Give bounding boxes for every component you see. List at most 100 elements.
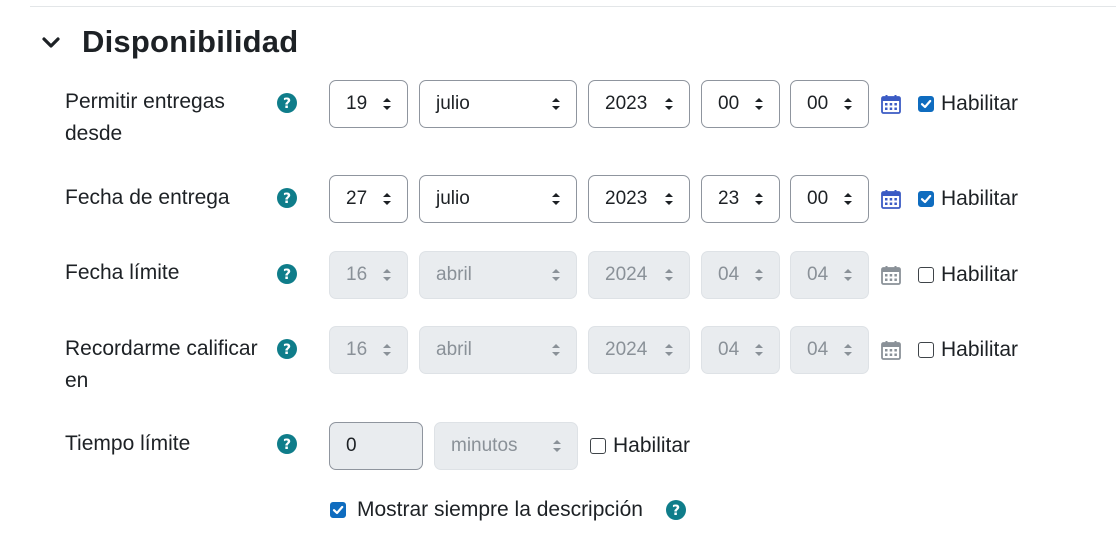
sort-arrows-icon (383, 193, 391, 205)
sort-arrows-icon (665, 344, 673, 356)
minute-select[interactable]: 00 (790, 80, 869, 128)
sort-arrows-icon (755, 269, 763, 281)
day-select[interactable]: 16 (329, 251, 408, 299)
calendar-icon (880, 264, 902, 286)
month-value: abril (436, 264, 472, 285)
time-limit-unit-value: minutos (451, 435, 518, 456)
help-icon[interactable]: ? (276, 263, 298, 285)
calendar-icon[interactable] (880, 93, 902, 115)
calendar-icon[interactable] (880, 188, 902, 210)
enable-checkbox[interactable] (918, 267, 934, 283)
sort-arrows-icon (665, 193, 673, 205)
day-value: 16 (346, 339, 368, 360)
minute-value: 00 (807, 188, 829, 209)
sort-arrows-icon (844, 269, 852, 281)
minute-select[interactable]: 00 (790, 175, 869, 223)
enable-label[interactable]: Habilitar (941, 259, 1018, 291)
sort-arrows-icon (552, 344, 560, 356)
date-row-label: Permitir entregas desde (65, 90, 225, 145)
month-select[interactable]: julio (419, 175, 577, 223)
section-divider (30, 6, 1116, 7)
enable-checkbox[interactable] (918, 96, 934, 112)
day-select[interactable]: 27 (329, 175, 408, 223)
enable-label[interactable]: Habilitar (941, 88, 1018, 120)
month-select[interactable]: abril (419, 251, 577, 299)
year-value: 2024 (605, 339, 648, 360)
sort-arrows-icon (383, 98, 391, 110)
year-value: 2023 (605, 188, 648, 209)
enable-label[interactable]: Habilitar (941, 334, 1018, 366)
date-row-label: Recordarme calificar en (65, 337, 258, 392)
day-value: 16 (346, 264, 368, 285)
sort-arrows-icon (552, 193, 560, 205)
help-icon[interactable]: ? (665, 499, 687, 521)
year-value: 2023 (605, 93, 648, 114)
minute-value: 04 (807, 264, 829, 285)
month-value: julio (436, 93, 470, 114)
enable-label[interactable]: Habilitar (941, 183, 1018, 215)
month-value: abril (436, 339, 472, 360)
chevron-down-icon[interactable] (40, 27, 70, 57)
hour-select[interactable]: 04 (701, 251, 780, 299)
minute-value: 00 (807, 93, 829, 114)
sort-arrows-icon (552, 269, 560, 281)
hour-select[interactable]: 04 (701, 326, 780, 374)
sort-arrows-icon (844, 193, 852, 205)
sort-arrows-icon (552, 98, 560, 110)
hour-value: 04 (718, 264, 740, 285)
sort-arrows-icon (755, 193, 763, 205)
date-row-label: Fecha de entrega (65, 186, 230, 209)
day-select[interactable]: 16 (329, 326, 408, 374)
enable-checkbox[interactable] (918, 342, 934, 358)
hour-select[interactable]: 00 (701, 80, 780, 128)
month-value: julio (436, 188, 470, 209)
sort-arrows-icon (665, 98, 673, 110)
minute-select[interactable]: 04 (790, 326, 869, 374)
sort-arrows-icon (844, 344, 852, 356)
year-select[interactable]: 2024 (588, 251, 690, 299)
month-select[interactable]: abril (419, 326, 577, 374)
sort-arrows-icon (755, 98, 763, 110)
check-icon (920, 194, 932, 204)
time-limit-label: Tiempo límite (65, 432, 191, 455)
time-limit-input[interactable]: 0 (329, 422, 423, 470)
check-icon (920, 99, 932, 109)
svg-text:?: ? (283, 342, 291, 358)
section-header[interactable]: Disponibilidad (40, 22, 298, 62)
time-limit-unit-select[interactable]: minutos (434, 422, 578, 470)
time-limit-enable-label[interactable]: Habilitar (613, 430, 690, 462)
month-select[interactable]: julio (419, 80, 577, 128)
help-icon[interactable]: ? (276, 92, 298, 114)
help-icon[interactable]: ? (276, 187, 298, 209)
day-value: 27 (346, 188, 368, 209)
hour-value: 04 (718, 339, 740, 360)
sort-arrows-icon (755, 344, 763, 356)
year-select[interactable]: 2023 (588, 175, 690, 223)
hour-select[interactable]: 23 (701, 175, 780, 223)
time-limit-value: 0 (346, 435, 357, 456)
always-show-description-label[interactable]: Mostrar siempre la descripción (357, 494, 643, 526)
day-value: 19 (346, 93, 368, 114)
sort-arrows-icon (553, 440, 561, 452)
help-icon[interactable]: ? (276, 433, 298, 455)
svg-text:?: ? (283, 267, 291, 283)
enable-checkbox[interactable] (918, 191, 934, 207)
hour-value: 23 (718, 188, 740, 209)
time-limit-enable-checkbox[interactable] (590, 438, 606, 454)
sort-arrows-icon (665, 269, 673, 281)
help-icon[interactable]: ? (276, 338, 298, 360)
svg-text:?: ? (283, 191, 291, 207)
year-select[interactable]: 2023 (588, 80, 690, 128)
date-row-label: Fecha límite (65, 261, 180, 284)
minute-value: 04 (807, 339, 829, 360)
svg-text:?: ? (672, 503, 680, 519)
sort-arrows-icon (383, 269, 391, 281)
sort-arrows-icon (844, 98, 852, 110)
check-icon (332, 505, 344, 515)
calendar-icon (880, 339, 902, 361)
year-select[interactable]: 2024 (588, 326, 690, 374)
hour-value: 00 (718, 93, 740, 114)
day-select[interactable]: 19 (329, 80, 408, 128)
minute-select[interactable]: 04 (790, 251, 869, 299)
always-show-description-checkbox[interactable] (330, 502, 346, 518)
